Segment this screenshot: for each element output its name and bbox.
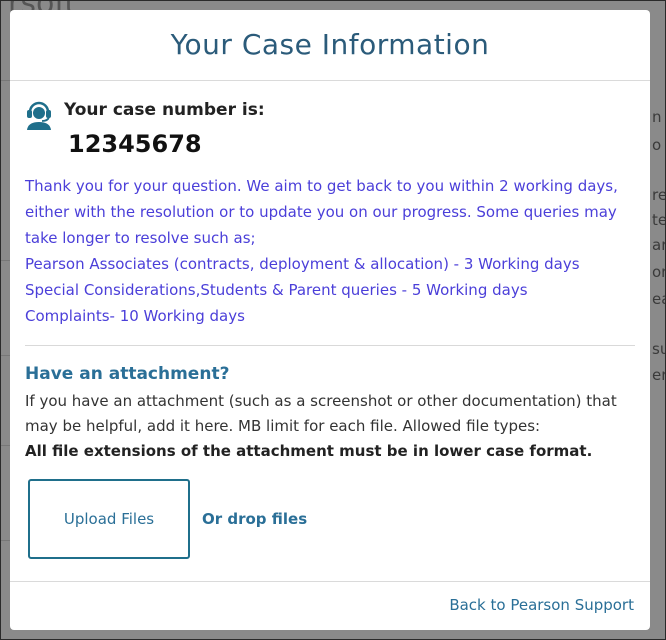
attachment-format-note: All file extensions of the attachment mu…	[25, 442, 593, 460]
info-line: Thank you for your question. We aim to g…	[25, 177, 618, 195]
attachment-title: Have an attachment?	[25, 364, 230, 384]
case-number-label: Your case number is:	[64, 100, 265, 120]
background-divider	[0, 355, 10, 356]
background-divider	[0, 260, 10, 261]
modal-title: Your Case Information	[170, 28, 490, 61]
back-to-support-link[interactable]: Back to Pearson Support	[449, 596, 634, 614]
background-text-fragment: ea	[652, 290, 666, 308]
attachment-description: If you have an attachment (such as a scr…	[25, 389, 637, 464]
background-text-fragment: re	[652, 186, 666, 204]
headset-icon	[27, 101, 51, 130]
background-divider	[0, 445, 10, 446]
background-text-fragment: er	[652, 366, 666, 384]
background-text-fragment: su	[652, 340, 666, 358]
background-text-fragment: orn	[652, 263, 666, 281]
background-text-fragment: ar	[652, 236, 666, 254]
modal-footer: Back to Pearson Support	[10, 581, 650, 630]
case-number-value: 12345678	[68, 130, 202, 158]
info-line: Complaints- 10 Working days	[25, 307, 245, 325]
info-line: either with the resolution or to update …	[25, 203, 617, 221]
drop-files-label: Or drop files	[202, 510, 308, 528]
info-line: Special Considerations,Students & Parent…	[25, 281, 528, 299]
attachment-text-line: If you have an attachment (such as a scr…	[25, 392, 617, 410]
info-line: Pearson Associates (contracts, deploymen…	[25, 255, 580, 273]
info-line: take longer to resolve such as;	[25, 229, 256, 247]
upload-files-button[interactable]: Upload Files	[28, 479, 190, 559]
case-information-modal: Your Case Information Your case number i…	[10, 10, 650, 630]
attachment-text-line: may be helpful, add it here. MB limit fo…	[25, 417, 541, 435]
background-text-fragment: o	[652, 136, 662, 154]
background-text-fragment: n	[652, 108, 662, 126]
background-divider	[0, 80, 10, 81]
response-time-info: Thank you for your question. We aim to g…	[25, 173, 637, 329]
background-divider	[0, 540, 10, 541]
section-divider	[25, 345, 635, 346]
modal-header: Your Case Information	[10, 10, 650, 81]
background-text-fragment: te	[652, 211, 666, 229]
